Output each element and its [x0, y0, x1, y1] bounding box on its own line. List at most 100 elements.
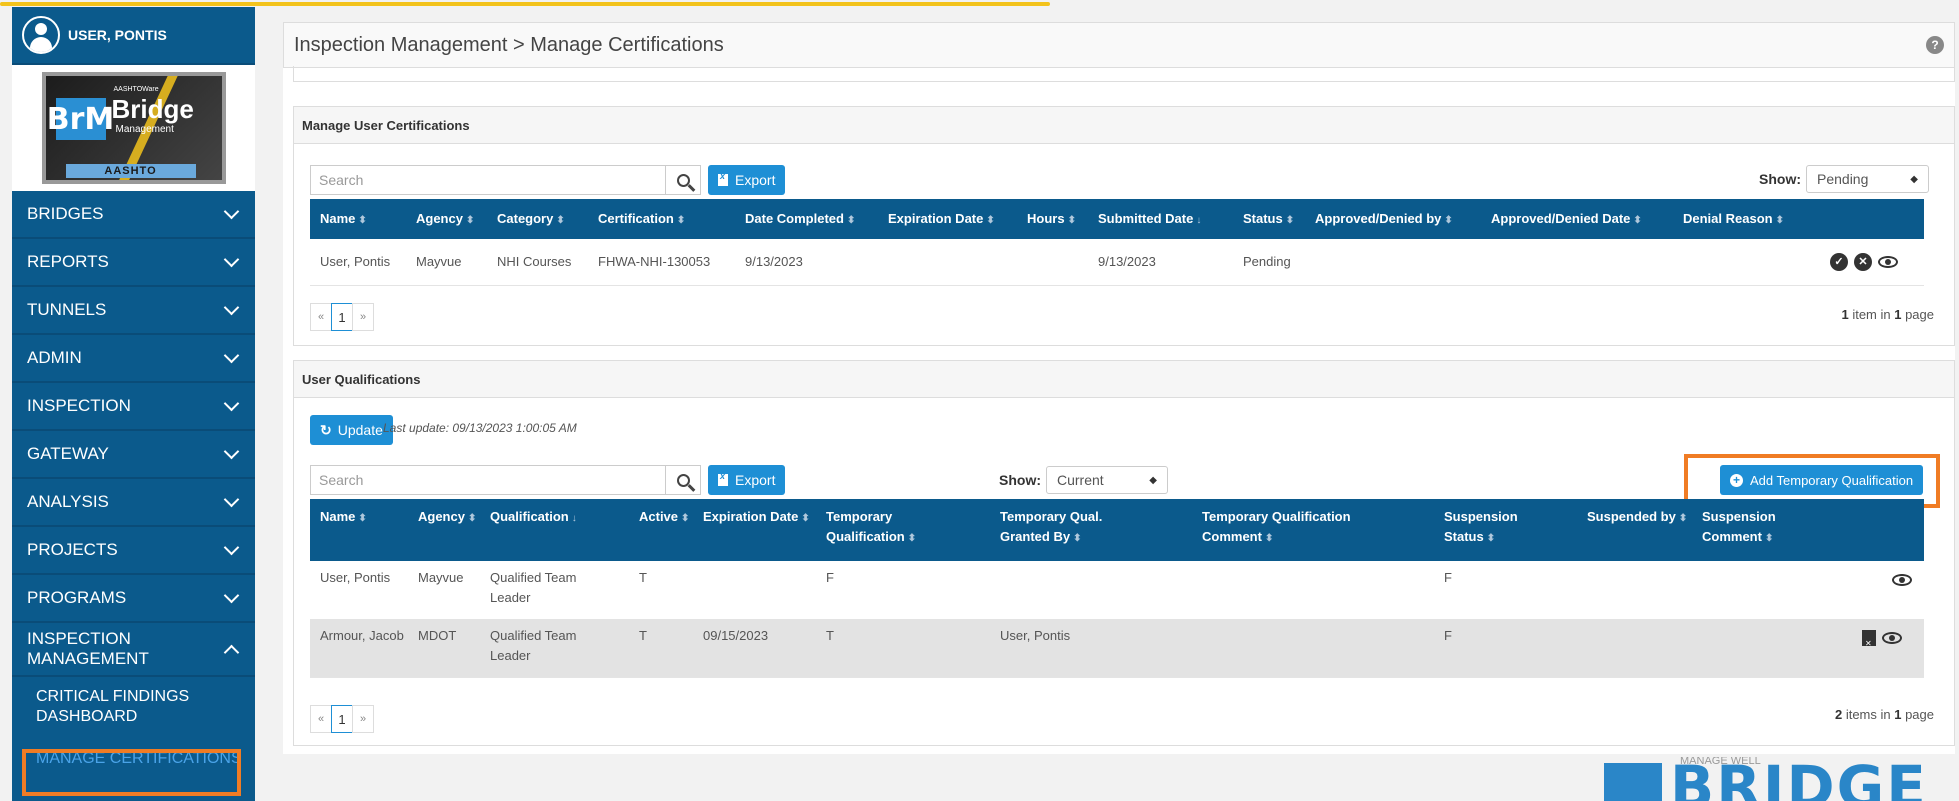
col-denial-reason[interactable]: Denial Reason ⬍	[1683, 209, 1784, 231]
col-granted-by[interactable]: Temporary Qual. Granted By ⬍	[1000, 507, 1130, 549]
nav-reports[interactable]: REPORTS	[12, 239, 255, 287]
nav-programs[interactable]: PROGRAMS	[12, 575, 255, 623]
col-certification[interactable]: Certification ⬍	[598, 209, 685, 231]
sidebar: USER, PONTIS BrM AASHTOWare Bridge Manag…	[12, 7, 255, 801]
cert-show-filter: Show: Pending ◆	[1759, 165, 1929, 193]
qual-search-input[interactable]: Search	[310, 465, 666, 495]
update-button[interactable]: ↻ Update	[310, 415, 393, 445]
chevron-up-icon	[223, 644, 240, 660]
col-approved-date[interactable]: Approved/Denied Date ⬍	[1491, 209, 1642, 231]
help-icon[interactable]: ?	[1926, 36, 1944, 54]
col-name[interactable]: Name ⬍	[320, 507, 367, 529]
cert-search-button[interactable]	[665, 165, 701, 195]
col-temporary-qualification[interactable]: Temporary Qualification ⬍	[826, 507, 956, 549]
bridge-icon	[1604, 763, 1662, 801]
user-avatar-icon	[22, 16, 60, 54]
cert-search-input[interactable]: Search	[310, 165, 666, 195]
chevron-down-icon	[223, 491, 240, 507]
col-expiration-date[interactable]: Expiration Date ⬍	[703, 507, 810, 529]
excel-icon	[718, 471, 728, 486]
revoke-calendar-icon[interactable]	[1862, 629, 1876, 654]
qual-export-button[interactable]: Export	[708, 465, 786, 495]
caret-icon: ◆	[1910, 173, 1918, 185]
top-accent-line	[0, 2, 1050, 6]
chevron-down-icon	[223, 587, 240, 603]
col-status[interactable]: Status ⬍	[1243, 209, 1294, 231]
qual-pagination: « 1 »	[310, 705, 374, 733]
col-expiration-date[interactable]: Expiration Date ⬍	[888, 209, 995, 231]
search-icon	[676, 473, 690, 487]
next-page-button[interactable]: »	[352, 303, 374, 331]
search-icon	[676, 173, 690, 187]
page-title: Inspection Management > Manage Certifica…	[294, 33, 724, 56]
col-qualification[interactable]: Qualification ↓	[490, 507, 577, 529]
nav-projects[interactable]: PROJECTS	[12, 527, 255, 575]
chevron-down-icon	[223, 299, 240, 315]
refresh-icon: ↻	[320, 421, 332, 438]
col-suspension-status[interactable]: Suspension Status ⬍	[1444, 507, 1534, 549]
panel-title: User Qualifications	[294, 361, 1954, 398]
cert-show-select[interactable]: Pending ◆	[1806, 165, 1929, 193]
user-menu[interactable]: USER, PONTIS	[12, 7, 255, 65]
nav-admin[interactable]: ADMIN	[12, 335, 255, 383]
qual-item-count: 2 items in 1 page	[1834, 707, 1934, 722]
col-agency[interactable]: Agency ⬍	[416, 209, 474, 231]
table-row: Armour, Jacob MDOT Qualified Team Leader…	[310, 619, 1924, 678]
view-icon[interactable]	[1878, 255, 1898, 268]
chevron-down-icon	[223, 539, 240, 555]
col-approved-by[interactable]: Approved/Denied by ⬍	[1315, 209, 1453, 231]
prev-page-button[interactable]: «	[310, 303, 332, 331]
row-actions: ✓ ✕	[1824, 251, 1898, 271]
nav-tunnels[interactable]: TUNNELS	[12, 287, 255, 335]
col-date-completed[interactable]: Date Completed ⬍	[745, 209, 855, 231]
nav-bridges[interactable]: BRIDGES	[12, 191, 255, 239]
bridge-footer-logo: MANAGE WELL BRIDGE	[1600, 757, 1959, 801]
page-header: Inspection Management > Manage Certifica…	[283, 22, 1955, 68]
chevron-down-icon	[223, 251, 240, 267]
chevron-down-icon	[223, 443, 240, 459]
approve-icon[interactable]: ✓	[1830, 253, 1848, 271]
nav-inspection[interactable]: INSPECTION	[12, 383, 255, 431]
page-1-button[interactable]: 1	[331, 705, 353, 733]
subnav-critical-findings[interactable]: CRITICAL FINDINGS DASHBOARD	[12, 677, 255, 727]
col-hours[interactable]: Hours ⬍	[1027, 209, 1076, 231]
view-icon[interactable]	[1892, 573, 1912, 586]
qual-show-filter: Show: Current ◆	[999, 466, 1168, 494]
app-logo-area: BrM AASHTOWare Bridge Management AASHTO	[12, 65, 255, 191]
nav-gateway[interactable]: GATEWAY	[12, 431, 255, 479]
chevron-down-icon	[223, 395, 240, 411]
chevron-down-icon	[223, 203, 240, 219]
panel-title: Manage User Certifications	[294, 107, 1954, 144]
nav-analysis[interactable]: ANALYSIS	[12, 479, 255, 527]
chevron-down-icon	[223, 347, 240, 363]
last-update-text: Last update: 09/13/2023 1:00:05 AM	[383, 421, 577, 435]
col-suspension-comment[interactable]: Suspension Comment ⬍	[1702, 507, 1792, 549]
col-name[interactable]: Name ⬍	[320, 209, 367, 231]
cert-table-header: Name ⬍ Agency ⬍ Category ⬍ Certification ⬍ D…	[310, 199, 1924, 239]
page-1-button[interactable]: 1	[331, 303, 353, 331]
qual-show-select[interactable]: Current ◆	[1046, 466, 1168, 494]
cert-item-count: 1 item in 1 page	[1841, 307, 1934, 322]
main-content: Inspection Management > Manage Certifica…	[283, 22, 1955, 754]
col-suspended-by[interactable]: Suspended by ⬍	[1587, 507, 1687, 529]
col-agency[interactable]: Agency ⬍	[418, 507, 476, 529]
col-submitted-date[interactable]: Submitted Date ↓	[1098, 209, 1201, 231]
user-name: USER, PONTIS	[68, 27, 167, 43]
excel-icon	[718, 171, 728, 186]
next-page-button[interactable]: »	[352, 705, 374, 733]
col-active[interactable]: Active ⬍	[639, 507, 689, 529]
cert-pagination: « 1 »	[310, 303, 374, 331]
highlight-box-nav	[22, 749, 241, 796]
prev-page-button[interactable]: «	[310, 705, 332, 733]
view-icon[interactable]	[1882, 631, 1902, 644]
certifications-panel: Manage User Certifications Search Export…	[293, 106, 1955, 346]
deny-icon[interactable]: ✕	[1854, 253, 1872, 271]
table-row: User, Pontis Mayvue Qualified Team Leade…	[310, 561, 1924, 620]
nav-inspection-management[interactable]: INSPECTION MANAGEMENT	[12, 623, 255, 677]
col-category[interactable]: Category ⬍	[497, 209, 565, 231]
cert-export-button[interactable]: Export	[708, 165, 786, 195]
col-temp-comment[interactable]: Temporary Qualification Comment ⬍	[1202, 507, 1392, 549]
table-row: User, Pontis Mayvue NHI Courses FHWA-NHI…	[310, 239, 1924, 286]
qualifications-panel: User Qualifications ↻ Update Last update:…	[293, 360, 1955, 746]
qual-search-button[interactable]	[665, 465, 701, 495]
